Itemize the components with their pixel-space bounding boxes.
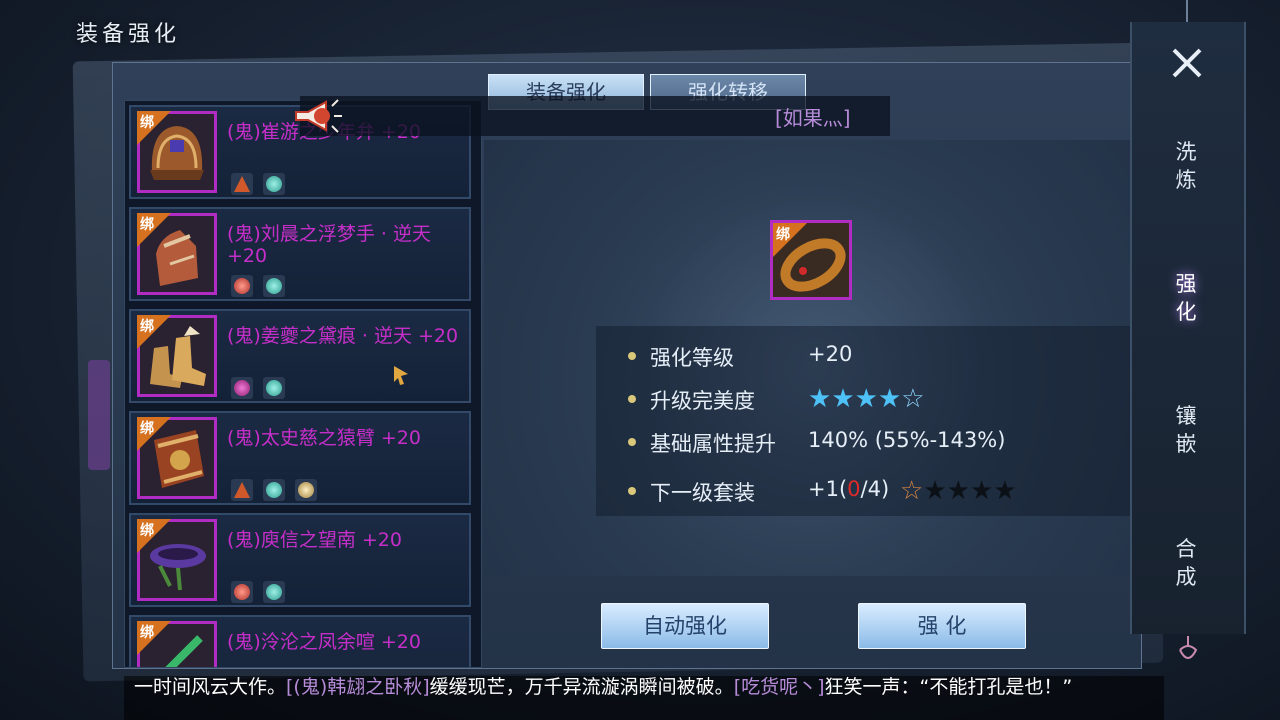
page-title: 装备强化 bbox=[76, 22, 181, 47]
bullet-icon bbox=[628, 395, 636, 403]
chat-segment: 狂笑一声：“不能打孔是也！” bbox=[824, 676, 1073, 698]
nav-refine[interactable]: 洗炼 bbox=[1170, 138, 1202, 194]
item-name: (鬼)姜夔之黛痕 · 逆天 +20 bbox=[227, 325, 459, 347]
tassel-icon bbox=[1176, 636, 1200, 666]
item-name: (鬼)太史慈之猿臂 +20 bbox=[227, 427, 421, 449]
enhance-button[interactable]: 强 化 bbox=[858, 603, 1026, 649]
teal-gem-icon bbox=[263, 173, 285, 195]
set-progress: +1(0/4) bbox=[808, 477, 889, 501]
stat-value: +20 bbox=[808, 342, 853, 366]
nav-enhance[interactable]: 强化 bbox=[1170, 270, 1202, 326]
star-locked-icon: ★ bbox=[993, 476, 1017, 506]
chat-segment: 一时间风云大作。 bbox=[134, 676, 287, 698]
bind-label: 绑 bbox=[140, 319, 154, 335]
close-icon[interactable] bbox=[1170, 46, 1204, 80]
book-ribbon bbox=[88, 360, 110, 470]
chat-message: 一时间风云大作。[(鬼)韩翃之卧秋]缓缓现芒，万千异流漩涡瞬间被破。[吃货呢丶]… bbox=[134, 676, 1144, 698]
list-item[interactable]: 绑 (鬼)太史慈之猿臂 +20 bbox=[129, 411, 471, 505]
chat-player-link[interactable]: [吃货呢丶] bbox=[734, 676, 825, 698]
bullet-icon bbox=[628, 487, 636, 495]
chat-segment: 缓缓现芒，万千异流漩涡瞬间被破。 bbox=[429, 676, 734, 698]
rail-hanger bbox=[1186, 0, 1188, 22]
star-next-icon: ☆ bbox=[900, 476, 924, 506]
stat-label: 下一级套装 bbox=[650, 481, 755, 505]
fire-gem-icon bbox=[231, 479, 253, 501]
list-item[interactable]: 绑 (鬼)泠沦之凤余喧 +20 bbox=[129, 615, 471, 667]
teal-gem-icon bbox=[263, 377, 285, 399]
auto-enhance-button[interactable]: 自动强化 bbox=[601, 603, 769, 649]
bullet-icon bbox=[628, 438, 636, 446]
bind-label: 绑 bbox=[140, 625, 154, 641]
teal-gem-icon bbox=[263, 581, 285, 603]
equipment-list[interactable]: 绑 (鬼)崔游之少年弁 +20 绑 (鬼)刘晨之浮梦手 · 逆天 +20 bbox=[124, 100, 482, 668]
teal-gem-icon bbox=[263, 479, 285, 501]
set-current: 0 bbox=[847, 477, 861, 501]
bind-label: 绑 bbox=[140, 421, 154, 437]
nav-inlay[interactable]: 镶嵌 bbox=[1170, 402, 1202, 458]
chat-player-link[interactable]: [(鬼)韩翃之卧秋] bbox=[286, 676, 430, 698]
megaphone-icon bbox=[292, 96, 346, 136]
bind-label: 绑 bbox=[140, 115, 154, 131]
announcement-text: [如果灬] bbox=[775, 106, 851, 130]
bind-label: 绑 bbox=[140, 217, 154, 233]
star-locked-icon: ★ bbox=[969, 476, 994, 506]
red-gem-icon bbox=[231, 581, 253, 603]
perfection-stars: ★★★★☆ bbox=[808, 385, 925, 413]
star-filled-icon: ★ bbox=[808, 384, 832, 414]
fire-gem-icon bbox=[231, 173, 253, 195]
stat-label: 基础属性提升 bbox=[650, 432, 776, 456]
gold-gem-icon bbox=[295, 479, 317, 501]
star-locked-icon: ★ bbox=[946, 476, 970, 506]
set-prefix: +1( bbox=[808, 477, 848, 501]
red-gem-icon bbox=[231, 275, 253, 297]
pointer-cursor-icon bbox=[394, 366, 410, 386]
star-locked-icon: ★ bbox=[923, 476, 947, 506]
nav-synthesize[interactable]: 合成 bbox=[1170, 535, 1202, 591]
set-stars: ☆★★★★ bbox=[900, 477, 1017, 505]
teal-gem-icon bbox=[263, 275, 285, 297]
star-filled-icon: ★ bbox=[877, 384, 902, 414]
list-item[interactable]: 绑 (鬼)庾信之望南 +20 bbox=[129, 513, 471, 607]
stat-value: 140% (55%-143%) bbox=[808, 428, 1006, 452]
item-name: (鬼)刘晨之浮梦手 · 逆天 +20 bbox=[227, 223, 431, 267]
star-empty-icon: ☆ bbox=[901, 384, 925, 414]
bind-label: 绑 bbox=[140, 523, 154, 539]
stat-label: 强化等级 bbox=[650, 346, 734, 370]
bullet-icon bbox=[628, 352, 636, 360]
set-suffix: /4) bbox=[860, 477, 890, 501]
bind-label: 绑 bbox=[776, 227, 790, 243]
star-filled-icon: ★ bbox=[854, 384, 878, 414]
stat-label: 升级完美度 bbox=[650, 389, 755, 413]
star-filled-icon: ★ bbox=[831, 384, 855, 414]
item-name: (鬼)庾信之望南 +20 bbox=[227, 529, 402, 551]
list-item[interactable]: 绑 (鬼)姜夔之黛痕 · 逆天 +20 bbox=[129, 309, 471, 403]
list-item[interactable]: 绑 (鬼)刘晨之浮梦手 · 逆天 +20 bbox=[129, 207, 471, 301]
item-name: (鬼)泠沦之凤余喧 +20 bbox=[227, 631, 421, 653]
purple-gem-icon bbox=[231, 377, 253, 399]
